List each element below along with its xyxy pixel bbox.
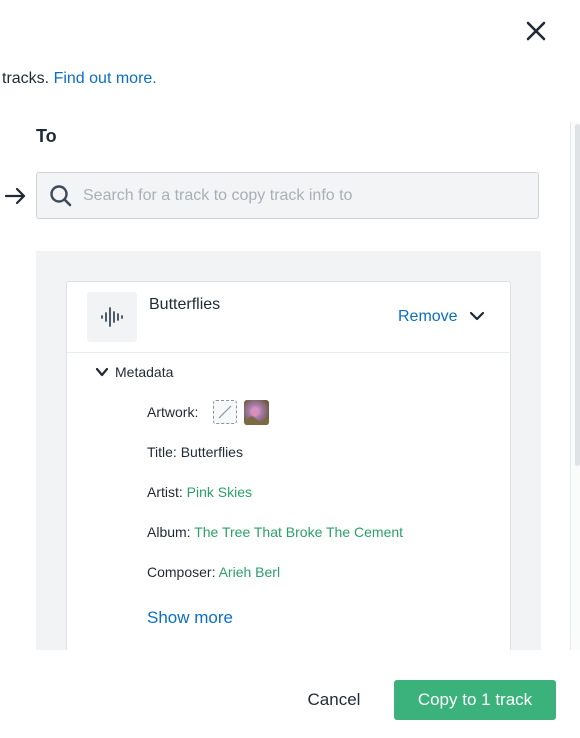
artist-label: Artist: <box>147 484 183 500</box>
artist-row: Artist: Pink Skies <box>147 484 252 500</box>
intro-text: tracks. Find out more. <box>2 70 157 88</box>
to-label: To <box>36 126 57 146</box>
cancel-button[interactable]: Cancel <box>296 680 372 720</box>
intro-text-tail: tracks. <box>2 70 50 87</box>
metadata-toggle[interactable]: Metadata <box>95 364 173 380</box>
scrollbar-thumb[interactable] <box>575 124 580 466</box>
title-label: Title: <box>147 444 177 460</box>
chevron-down-icon[interactable] <box>469 308 485 324</box>
artist-link[interactable]: Pink Skies <box>187 484 252 500</box>
track-search-input[interactable] <box>83 181 523 211</box>
artwork-image <box>244 400 269 425</box>
title-row: Title: Butterflies <box>147 444 243 460</box>
find-out-more-link[interactable]: Find out more. <box>54 70 157 87</box>
album-link[interactable]: The Tree That Broke The Cement <box>194 524 403 540</box>
artwork-thumbnail[interactable] <box>244 400 269 425</box>
no-image-icon <box>218 405 232 419</box>
copy-to-tracks-button[interactable]: Copy to 1 track <box>394 680 556 720</box>
show-more-link[interactable]: Show more <box>147 608 233 628</box>
artwork-label: Artwork: <box>147 404 199 420</box>
search-icon <box>50 185 72 207</box>
waveform-icon <box>101 307 123 327</box>
track-thumbnail <box>87 292 137 342</box>
artwork-row: Artwork: <box>147 404 198 420</box>
composer-link[interactable]: Arieh Berl <box>219 564 280 580</box>
chevron-down-icon <box>95 367 109 377</box>
track-card-header: Butterflies Remove <box>67 282 510 353</box>
title-value: Butterflies <box>180 444 243 460</box>
album-row: Album: The Tree That Broke The Cement <box>147 524 403 540</box>
arrow-right-icon <box>4 184 28 208</box>
metadata-label: Metadata <box>115 364 174 380</box>
album-label: Album: <box>147 524 191 540</box>
track-title: Butterflies <box>149 296 221 313</box>
composer-row: Composer: Arieh Berl <box>147 564 280 580</box>
close-icon <box>526 21 546 41</box>
composer-label: Composer: <box>147 564 216 580</box>
close-button[interactable] <box>522 17 550 45</box>
remove-track-button[interactable]: Remove <box>398 308 458 326</box>
selected-tracks-panel: Butterflies Remove Metadata Artwork: Tit… <box>36 251 541 650</box>
copy-track-info-dialog: tracks. Find out more. To Butterflies <box>0 0 580 738</box>
track-search-field <box>36 172 539 219</box>
track-card: Butterflies Remove Metadata Artwork: Tit… <box>66 281 511 650</box>
artwork-placeholder[interactable] <box>213 400 237 424</box>
